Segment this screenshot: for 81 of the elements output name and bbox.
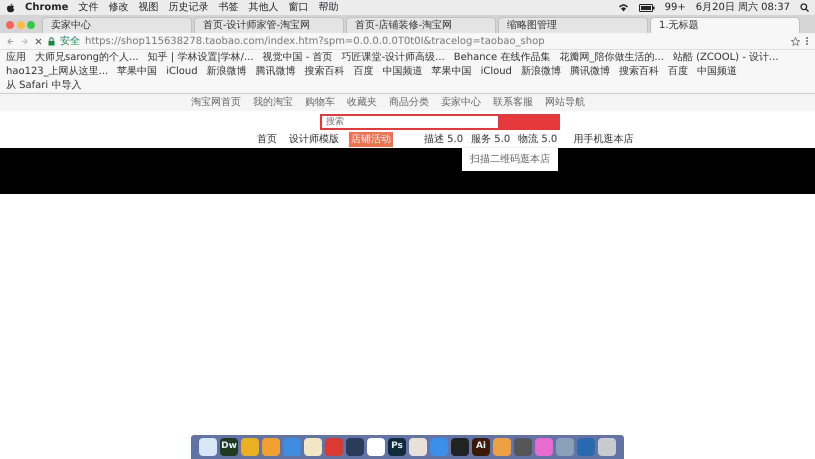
battery-icon[interactable] [638,4,655,12]
bookmark-link[interactable]: 苹果中国 [432,65,472,78]
dock-app-icon[interactable]: Ai [472,438,490,456]
bookmark-link[interactable]: 百度 [354,65,374,78]
menu-item[interactable]: Chrome [25,2,68,12]
star-icon[interactable] [791,36,800,46]
menu-item[interactable]: 修改 [108,2,128,12]
dock-app-icon[interactable] [262,438,280,456]
menu-item[interactable]: 帮助 [318,2,338,12]
bookmark-link[interactable]: 巧匠课堂-设计师高级... [342,51,445,64]
menu-item[interactable]: 窗口 [288,2,308,12]
bookmark-link[interactable]: iCloud [480,65,512,78]
dock-app-icon[interactable] [304,438,322,456]
menu-item[interactable]: 书签 [218,2,238,12]
site-nav-link[interactable]: 收藏夹 [347,95,377,110]
bookmark-link[interactable]: 从 Safari 中导入 [6,79,82,92]
site-nav-link[interactable]: 商品分类 [389,95,429,110]
bookmark-link[interactable]: 腾讯微博 [256,65,296,78]
browser-tab[interactable]: 卖家中心 [42,17,192,33]
apple-icon[interactable] [6,2,15,12]
bookmark-link[interactable]: 应用 [6,51,26,64]
bookmark-link[interactable]: 新浪微博 [206,65,247,78]
dock-app-icon[interactable] [367,438,385,456]
qr-popup: 扫描二维码逛本店 [462,148,558,171]
bookmark-link[interactable]: 腾讯微博 [570,65,610,78]
bookmark-link[interactable]: 大师兄sarong的个人... [35,51,139,64]
dock-app-icon[interactable] [346,438,364,456]
search-icon[interactable] [800,3,809,12]
rating-text: 服务 5.0 [471,133,510,147]
lock-icon [48,36,55,46]
bookmark-link[interactable]: 知乎 | 学林设置|学林/... [148,51,254,64]
address-field[interactable]: https://shop115638278.taobao.com/index.htm?spm=0.0.0.0.0T0t0I&tracelog=taobao_shop [85,34,545,48]
bookmark-link[interactable]: 搜索百科 [618,65,659,78]
menu-item[interactable]: 文件 [78,2,98,12]
browser-tab[interactable]: 首页-设计师家管-淘宝网 [194,17,344,33]
bookmark-link[interactable]: hao123_上网从这里... [6,65,108,78]
site-nav-link[interactable]: 卖家中心 [441,95,481,110]
dock-app-icon[interactable] [241,438,259,456]
rating-text: 物流 5.0 [518,132,558,147]
bookmark-link[interactable]: 搜索百科 [304,65,345,78]
back-icon[interactable] [6,36,15,46]
mobile-link[interactable]: 用手机逛本店 [573,132,634,147]
battery-percent: 99+ [664,2,686,12]
menu-item[interactable]: 其他人 [248,2,278,12]
bookmark-link[interactable]: iCloud [166,65,198,78]
site-nav-link[interactable]: 网站导航 [545,95,585,110]
dock-app-icon[interactable] [598,438,616,456]
close-icon[interactable] [34,36,43,46]
menu-item[interactable]: 视图 [138,2,158,12]
search-field[interactable]: 搜索 [320,114,500,130]
bookmark-link[interactable]: 站酷 (ZCOOL) - 设计... [672,51,779,64]
forward-icon[interactable] [20,36,29,46]
menu-item[interactable]: 历史记录 [168,2,208,12]
site-nav-link[interactable]: 我的淘宝 [253,95,293,110]
wifi-icon[interactable] [618,3,629,12]
bookmark-link[interactable]: 新浪微博 [520,65,561,78]
site-nav-link[interactable]: 联系客服 [493,95,533,110]
bookmark-link[interactable]: 苹果中国 [117,65,158,78]
browser-tab[interactable]: 1.无标题 [650,17,800,33]
bookmark-link[interactable]: Behance 在线作品集 [454,51,550,64]
bookmark-link[interactable]: 花瓣网_陪你做生活的... [559,51,664,64]
store-nav-link[interactable]: 首页 [255,132,279,147]
site-nav-link[interactable]: 淘宝网首页 [191,95,241,110]
bookmark-link[interactable]: 中国频道 [696,65,737,78]
browser-tab[interactable]: 缩略图管理 [498,17,648,33]
security-label: 安全 [60,34,80,48]
dock-app-icon[interactable] [493,438,511,456]
bookmark-link[interactable]: 中国频道 [382,65,423,78]
dock-app-icon[interactable] [199,438,217,456]
browser-tab[interactable]: 首页-店铺装修-淘宝网 [346,17,496,33]
rating-text: 描述 5.0 [424,132,464,147]
dock-app-icon[interactable] [451,438,469,456]
menu-icon[interactable] [805,36,809,46]
bookmark-link[interactable]: 百度 [668,65,688,78]
store-nav-link[interactable]: 设计师模版 [287,132,341,147]
site-nav-link[interactable]: 购物车 [305,95,335,110]
menu-clock[interactable]: 6月20日 周六 08:37 [696,2,790,12]
dock-app-icon[interactable] [409,438,427,456]
dock-app-icon[interactable]: Dw [220,438,238,456]
dock-app-icon[interactable]: Ps [388,438,406,456]
bookmark-link[interactable]: 视觉中国 - 首页 [262,51,333,64]
